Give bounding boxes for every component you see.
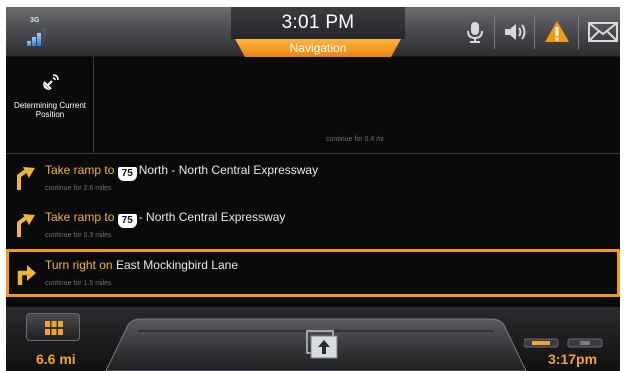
- highway-shield-icon: 75: [117, 214, 137, 228]
- navigation-screen: 3G 3:01 PM Navigation Determining Curren…: [0, 0, 626, 371]
- direction-row-selected[interactable]: Turn right on East Mockingbird Lane cont…: [6, 249, 620, 297]
- network-type: 3G: [30, 17, 40, 24]
- direction-row[interactable]: Take ramp to 75 North - North Central Exp…: [6, 153, 620, 201]
- signal-icon: [27, 28, 51, 46]
- direction-distance: continue for 0.3 miles: [45, 232, 112, 239]
- continue-distance: continue for 0.4 mi: [326, 136, 384, 143]
- turn-right-icon: [17, 265, 36, 285]
- bottom-dock: 6.6 mi 3:17pm: [6, 307, 620, 371]
- direction-road: East Mockingbird Lane: [115, 258, 239, 272]
- arrival-time: 3:17pm: [548, 351, 598, 367]
- screen-up-icon[interactable]: [305, 329, 339, 361]
- direction-road: - North Central Expressway: [138, 210, 286, 224]
- signal-indicator: 3G: [20, 14, 56, 48]
- direction-action: Take ramp to: [45, 210, 115, 224]
- map-mini-icon[interactable]: [524, 337, 604, 349]
- microphone-icon[interactable]: [462, 19, 488, 45]
- position-status-text: Determining Current Position: [13, 101, 87, 119]
- clock-time: 3:01 PM: [281, 12, 355, 33]
- status-bar: 3G 3:01 PM Navigation: [6, 7, 620, 57]
- remaining-distance: 6.6 mi: [36, 351, 76, 367]
- satellite-icon: [43, 74, 59, 90]
- direction-row[interactable]: Take ramp to 75- North Central Expresswa…: [6, 201, 620, 249]
- divider: [534, 15, 535, 49]
- highway-shield-icon: 75: [117, 167, 137, 181]
- direction-action: Turn right on: [45, 258, 113, 272]
- speaker-icon[interactable]: [502, 19, 528, 45]
- direction-title: Take ramp to 75 North - North Central Exp…: [45, 163, 318, 181]
- current-position-panel: Determining Current Position: [6, 57, 94, 153]
- direction-distance: continue for 2.6 miles: [45, 185, 112, 192]
- device-display: 3G 3:01 PM Navigation Determining Curren…: [6, 7, 620, 371]
- apps-button[interactable]: [26, 313, 80, 341]
- direction-action: Take ramp to: [45, 163, 115, 177]
- divider: [578, 15, 579, 49]
- direction-title: Turn right on East Mockingbird Lane: [45, 258, 238, 272]
- bear-right-icon: [17, 167, 35, 190]
- warning-icon[interactable]: [544, 19, 570, 45]
- direction-road: North - North Central Expressway: [138, 163, 319, 177]
- direction-distance: continue for 1.5 miles: [45, 280, 112, 287]
- direction-title: Take ramp to 75- North Central Expresswa…: [45, 210, 285, 228]
- mode-label: Navigation: [289, 41, 347, 55]
- mail-icon[interactable]: [588, 19, 618, 45]
- bear-right-icon: [17, 214, 35, 237]
- divider: [494, 15, 495, 49]
- clock-tab[interactable]: 3:01 PM Navigation: [231, 7, 405, 57]
- apps-grid-icon: [45, 321, 63, 335]
